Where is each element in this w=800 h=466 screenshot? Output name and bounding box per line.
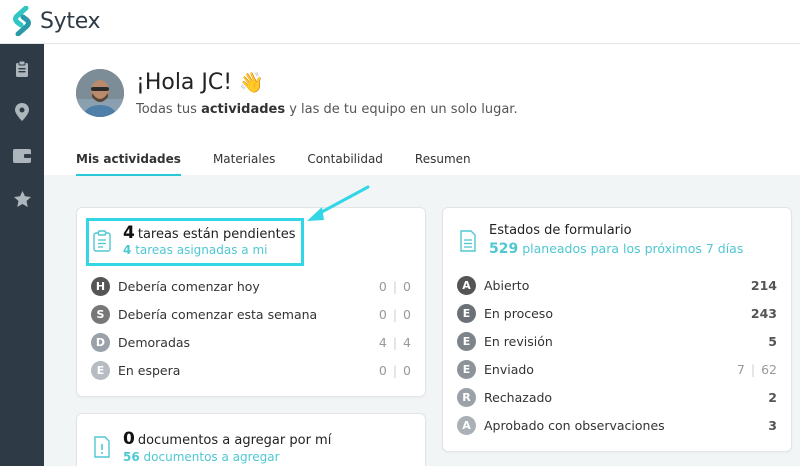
document-alert-icon — [94, 436, 110, 458]
list-item[interactable]: E En proceso 243 — [457, 302, 777, 324]
list-item[interactable]: R Rechazado 2 — [457, 386, 777, 408]
sidebar-item-map[interactable] — [12, 102, 32, 122]
tab-contabilidad[interactable]: Contabilidad — [307, 152, 383, 176]
status-badge: E — [457, 331, 476, 351]
status-badge: E — [457, 359, 476, 379]
list-item[interactable]: E En espera 0 | 0 — [91, 359, 411, 381]
documents-link[interactable]: 56 documentos a agregar — [123, 450, 280, 464]
status-badge: E — [91, 360, 110, 380]
page-header: ¡Hola JC! 👋 Todas tus actividades y las … — [44, 44, 800, 176]
list-item[interactable]: S Debería comenzar esta semana 0 | 0 — [91, 303, 411, 325]
status-badge: E — [457, 303, 476, 323]
sidebar-item-wallet[interactable] — [12, 145, 32, 165]
status-badge: A — [457, 275, 476, 295]
tab-materiales[interactable]: Materiales — [213, 152, 275, 176]
documents-title[interactable]: 0 documentos a agregar por mí — [123, 429, 331, 449]
map-pin-icon — [15, 103, 29, 121]
tab-bar: Mis actividades Materiales Contabilidad … — [76, 152, 503, 176]
top-bar: Sytex — [0, 0, 800, 44]
waving-hand-icon: 👋 — [239, 70, 264, 94]
highlight-box — [86, 218, 304, 266]
status-badge: D — [91, 332, 110, 352]
list-item[interactable]: A Aprobado con observaciones 3 — [457, 414, 777, 436]
list-item[interactable]: D Demoradas 4 | 4 — [91, 331, 411, 353]
app-logo[interactable]: Sytex — [12, 6, 101, 36]
list-item[interactable]: H Debería comenzar hoy 0 | 0 — [91, 275, 411, 297]
tab-mis-actividades[interactable]: Mis actividades — [76, 152, 181, 176]
greeting-subtitle: Todas tus actividades y las de tu equipo… — [136, 102, 518, 117]
list-item[interactable]: E Enviado 7 | 62 — [457, 358, 777, 380]
forms-status-card[interactable]: Estados de formulario 529 planeados para… — [442, 207, 792, 452]
status-badge: S — [91, 304, 110, 324]
star-icon — [13, 191, 31, 207]
tab-resumen[interactable]: Resumen — [415, 152, 471, 176]
app-name: Sytex — [40, 8, 101, 34]
sidebar — [0, 44, 44, 466]
forms-title: Estados de formulario — [489, 223, 632, 238]
status-badge: H — [91, 276, 110, 296]
sidebar-item-favorites[interactable] — [12, 189, 32, 209]
greeting-title: ¡Hola JC! 👋 — [136, 70, 264, 95]
sidebar-item-tasks[interactable] — [12, 59, 32, 79]
list-item[interactable]: A Abierto 214 — [457, 274, 777, 296]
clipboard-icon — [16, 61, 28, 77]
forms-planned-link[interactable]: 529 planeados para los próximos 7 días — [489, 241, 743, 257]
status-badge: R — [457, 387, 476, 407]
form-document-icon — [460, 230, 476, 252]
user-photo — [76, 69, 124, 117]
status-badge: A — [457, 415, 476, 435]
avatar[interactable] — [76, 69, 124, 117]
greeting-text: ¡Hola JC! — [136, 70, 233, 95]
documents-card[interactable]: 0 documentos a agregar por mí 56 document… — [76, 413, 426, 466]
list-item[interactable]: E En revisión 5 — [457, 330, 777, 352]
sytex-logo-icon — [13, 6, 31, 36]
wallet-icon — [13, 148, 31, 163]
